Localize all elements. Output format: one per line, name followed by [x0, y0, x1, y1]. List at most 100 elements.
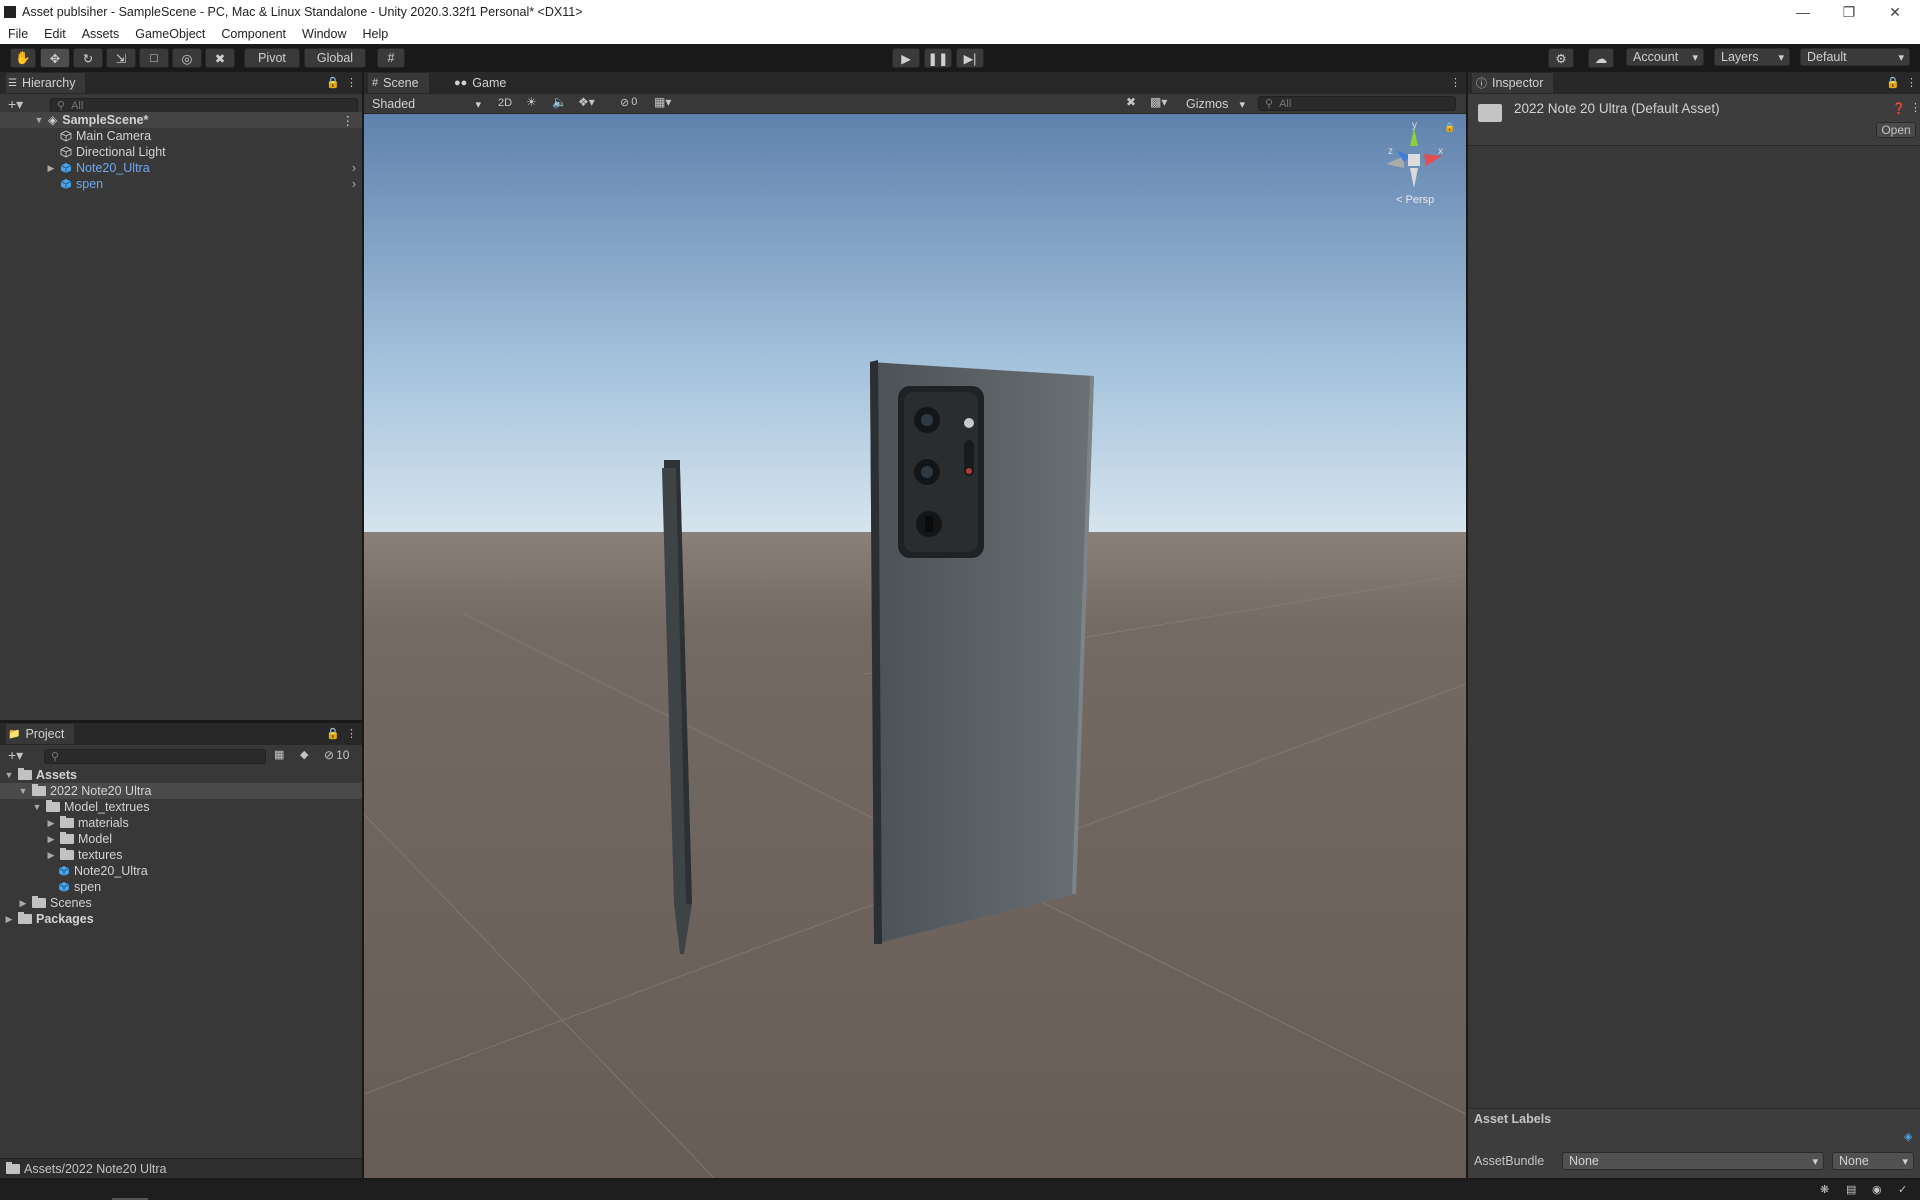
orientation-gizmo[interactable]: y z x < Persp: [1382, 120, 1446, 208]
layout-dropdown[interactable]: Default: [1800, 48, 1910, 66]
filter-by-type-icon[interactable]: ▦: [274, 748, 284, 761]
help-icon[interactable]: ❓: [1892, 102, 1906, 115]
kebab-menu-icon[interactable]: ⋮: [1450, 76, 1461, 89]
snap-grid-icon[interactable]: #: [377, 48, 405, 68]
expand-arrow-icon[interactable]: ▼: [18, 786, 28, 796]
transform-tool-icon[interactable]: ◎: [172, 48, 202, 68]
project-tree-note-prefab[interactable]: Note20_Ultra: [0, 863, 148, 879]
hierarchy-item-note20-ultra[interactable]: ▶ Note20_Ultra ›: [0, 160, 362, 176]
cache-server-icon[interactable]: ▤: [1846, 1183, 1856, 1196]
variant-dropdown[interactable]: None: [1832, 1152, 1914, 1170]
effects-icon[interactable]: ❖▾: [578, 95, 595, 109]
ok-status-icon[interactable]: ✓: [1898, 1183, 1907, 1196]
kebab-menu-icon[interactable]: ⋮: [346, 727, 357, 740]
project-tree-model[interactable]: ▶ Model: [0, 831, 112, 847]
account-dropdown[interactable]: Account: [1626, 48, 1704, 66]
scale-tool-icon[interactable]: ⇲: [106, 48, 136, 68]
rotate-tool-icon[interactable]: ↻: [73, 48, 103, 68]
kebab-menu-icon[interactable]: ⋮: [346, 76, 357, 89]
move-tool-icon[interactable]: ✥: [40, 48, 70, 68]
scene-search-input[interactable]: ⚲ All: [1258, 96, 1456, 111]
lock-icon[interactable]: 🔒: [326, 76, 340, 89]
project-tab[interactable]: 📁 Project: [6, 724, 75, 744]
menu-edit[interactable]: Edit: [36, 27, 74, 41]
cloud-icon[interactable]: ☁: [1588, 48, 1614, 68]
2d-toggle[interactable]: 2D: [494, 96, 516, 110]
scene-menu-icon[interactable]: ⋮: [342, 113, 355, 128]
hierarchy-item-spen[interactable]: spen ›: [0, 176, 362, 192]
tools-icon[interactable]: ✖: [1126, 95, 1136, 109]
custom-tool-icon[interactable]: ✖: [205, 48, 235, 68]
hierarchy-search-input[interactable]: ⚲ All: [50, 98, 358, 113]
expand-arrow-icon[interactable]: ▶: [46, 850, 56, 860]
project-tree-note-folder[interactable]: ▼ 2022 Note20 Ultra: [0, 783, 362, 799]
project-search-input[interactable]: ⚲: [44, 749, 266, 764]
perspective-toggle[interactable]: < Persp: [1396, 194, 1434, 206]
menu-gameobject[interactable]: GameObject: [127, 27, 213, 41]
expand-arrow-icon[interactable]: ▼: [32, 802, 42, 812]
menu-component[interactable]: Component: [213, 27, 294, 41]
pivot-toggle[interactable]: Pivot: [244, 48, 300, 68]
inspector-tab[interactable]: ⓘ Inspector: [1472, 73, 1554, 93]
create-add-icon[interactable]: +▾: [8, 747, 23, 764]
audio-icon[interactable]: 🔈: [552, 95, 567, 109]
auto-generate-lighting-icon[interactable]: ◉: [1872, 1183, 1882, 1196]
play-icon[interactable]: ▶: [892, 48, 920, 68]
shading-dropdown[interactable]: Shaded: [366, 95, 486, 113]
hierarchy-tab[interactable]: ☰ Hierarchy: [6, 73, 86, 93]
collab-icon[interactable]: ⚙: [1548, 48, 1574, 68]
expand-arrow-icon[interactable]: ▶: [4, 914, 14, 924]
assetbundle-dropdown[interactable]: None: [1562, 1152, 1824, 1170]
project-tree-assets[interactable]: ▼ Assets: [0, 767, 77, 783]
chevron-right-icon[interactable]: ›: [352, 161, 356, 175]
expand-arrow-icon[interactable]: ▼: [4, 770, 14, 780]
expand-arrow-icon[interactable]: ▶: [46, 818, 56, 828]
lock-icon[interactable]: 🔒: [1886, 76, 1900, 89]
expand-arrow-icon[interactable]: ▶: [18, 898, 28, 908]
menu-help[interactable]: Help: [354, 27, 396, 41]
menu-window[interactable]: Window: [294, 27, 354, 41]
create-add-icon[interactable]: +▾: [8, 96, 23, 113]
minimize-icon[interactable]: —: [1780, 0, 1826, 24]
camera-icon[interactable]: ▩▾: [1150, 95, 1167, 109]
hand-tool-icon[interactable]: ✋: [10, 48, 36, 68]
component-menu-icon[interactable]: ⋮: [1910, 101, 1920, 114]
global-toggle[interactable]: Global: [304, 48, 366, 68]
project-tree-scenes[interactable]: ▶ Scenes: [0, 895, 92, 911]
kebab-menu-icon[interactable]: ⋮: [1906, 76, 1917, 89]
label-tag-icon[interactable]: ◈: [1904, 1130, 1912, 1143]
scene-row[interactable]: ▼ ◈ SampleScene* ⋮: [0, 112, 362, 128]
pause-icon[interactable]: ❚❚: [924, 48, 952, 68]
restore-icon[interactable]: ❐: [1826, 0, 1872, 24]
step-icon[interactable]: ▶|: [956, 48, 984, 68]
scene-viewport[interactable]: y z x < Persp 🔒: [364, 114, 1466, 1178]
project-tree-materials[interactable]: ▶ materials: [0, 815, 129, 831]
lock-icon[interactable]: 🔒: [326, 727, 340, 740]
gizmos-dropdown[interactable]: Gizmos: [1180, 95, 1250, 113]
menu-assets[interactable]: Assets: [74, 27, 128, 41]
rect-tool-icon[interactable]: □: [139, 48, 169, 68]
expand-arrow-icon[interactable]: ▼: [34, 115, 44, 125]
grid-toggle-icon[interactable]: ▦▾: [654, 95, 671, 109]
filter-by-label-icon[interactable]: ◆: [300, 748, 308, 761]
menu-file[interactable]: File: [0, 27, 36, 41]
expand-arrow-icon[interactable]: ▶: [46, 163, 56, 173]
layers-dropdown[interactable]: Layers: [1714, 48, 1790, 66]
close-icon[interactable]: ✕: [1872, 0, 1918, 24]
tab-scene[interactable]: # Scene: [368, 73, 429, 93]
project-tree-packages[interactable]: ▶ Packages: [0, 911, 94, 927]
hierarchy-item-main-camera[interactable]: Main Camera: [0, 128, 151, 144]
bug-icon[interactable]: ❋: [1820, 1183, 1829, 1196]
project-tree-model-textures[interactable]: ▼ Model_textrues: [0, 799, 149, 815]
hidden-objects-toggle[interactable]: ⊘ 0: [620, 96, 637, 109]
chevron-right-icon[interactable]: ›: [352, 177, 356, 191]
hierarchy-item-directional-light[interactable]: Directional Light: [0, 144, 166, 160]
hidden-packages-toggle[interactable]: ⊘ 10: [324, 748, 349, 762]
open-button[interactable]: Open: [1876, 122, 1916, 138]
expand-arrow-icon[interactable]: ▶: [46, 834, 56, 844]
project-tree-spen-prefab[interactable]: spen: [0, 879, 101, 895]
gizmo-lock-icon[interactable]: 🔒: [1444, 122, 1455, 133]
project-tree-textures[interactable]: ▶ textures: [0, 847, 122, 863]
tab-game[interactable]: ●● Game: [446, 73, 514, 93]
lighting-icon[interactable]: ☀: [526, 95, 537, 109]
